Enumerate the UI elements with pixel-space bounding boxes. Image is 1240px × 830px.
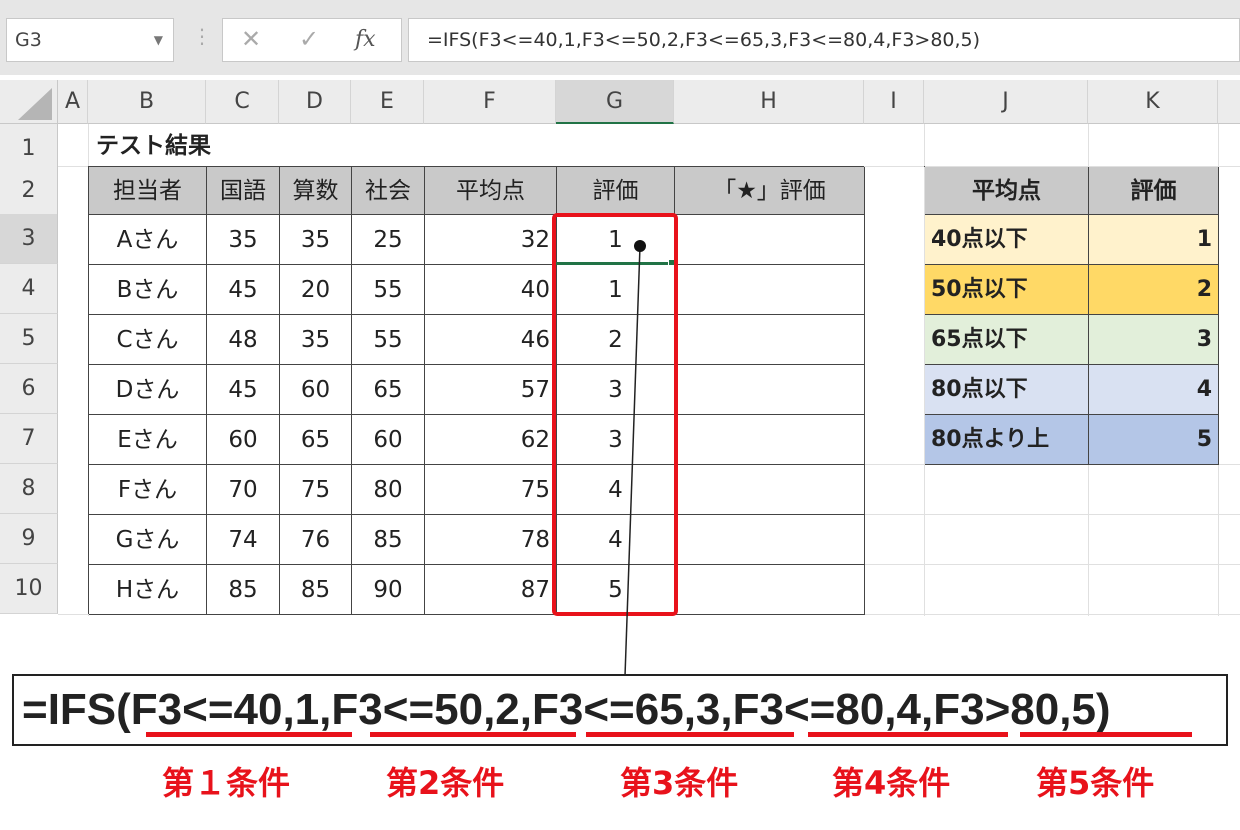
condition-1-text: F3<=40,1 <box>130 685 320 734</box>
formula-part: , <box>319 685 332 734</box>
condition-5-label: 第5条件 <box>1036 764 1155 802</box>
condition-2-underline <box>370 732 576 737</box>
condition-3-text: F3<=65,3 <box>532 685 721 734</box>
condition-4-label: 第4条件 <box>832 764 951 802</box>
formula-part: =IFS( <box>22 685 131 734</box>
condition-5-text: F3>80,5 <box>933 685 1096 734</box>
condition-3-label: 第3条件 <box>620 764 739 802</box>
condition-5-underline <box>1020 732 1192 737</box>
condition-1-underline <box>146 732 352 737</box>
condition-1-label: 第１条件 <box>162 764 291 802</box>
condition-2-label: 第2条件 <box>386 764 505 802</box>
formula-part: ) <box>1095 685 1111 734</box>
formula-part: , <box>519 685 533 734</box>
formula-part: , <box>720 685 733 734</box>
condition-2-text: F3<=50,2 <box>331 685 520 734</box>
condition-4-text: F3<=80,4 <box>732 685 921 734</box>
condition-3-underline <box>586 732 794 737</box>
formula-part: , <box>921 685 934 734</box>
condition-4-underline <box>808 732 1008 737</box>
